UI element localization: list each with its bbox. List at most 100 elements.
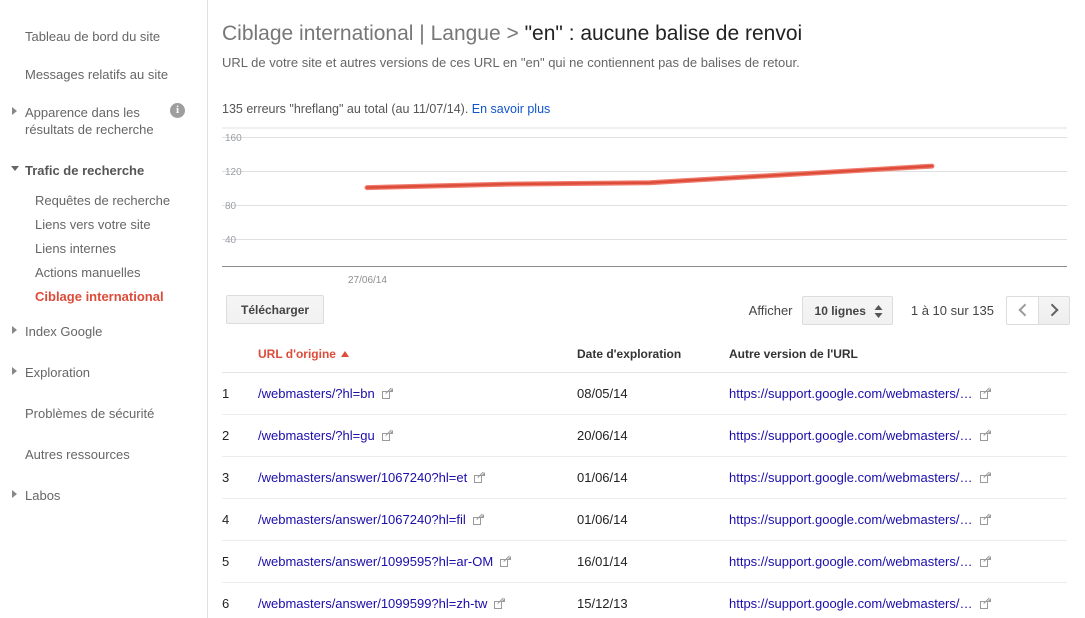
row-url-link[interactable]: /webmasters/?hl=gu — [258, 428, 375, 443]
show-rows-label: Afficher — [748, 302, 793, 318]
row-url-link[interactable]: /webmasters/answer/1067240?hl=fil — [258, 512, 466, 527]
sidebar-item-label: Ciblage international — [35, 289, 164, 304]
sidebar-item-label: Exploration — [25, 365, 91, 380]
row-date: 20/06/14 — [577, 414, 729, 457]
row-url-cell: /webmasters/answer/1067240?hl=et — [258, 456, 577, 499]
row-url-link[interactable]: /webmasters/answer/1067240?hl=et — [258, 470, 467, 485]
table-row: 4 /webmasters/answer/1067240?hl=fil 01/0… — [222, 498, 1067, 541]
sidebar-item-label: Apparence dans les résultats de recherch… — [25, 105, 154, 137]
sidebar-item-label: Actions manuelles — [35, 265, 141, 280]
row-url-cell: /webmasters/answer/1099599?hl=zh-tw — [258, 582, 577, 618]
sidebar-item-problemes-de-securite[interactable]: Problèmes de sécurité — [0, 399, 207, 428]
sidebar-item-index-google[interactable]: Index Google — [0, 317, 207, 346]
row-url-link[interactable]: /webmasters/answer/1099595?hl=ar-OM — [258, 554, 493, 569]
table-row: 5 /webmasters/answer/1099595?hl=ar-OM 16… — [222, 540, 1067, 583]
external-link-icon[interactable] — [979, 556, 991, 567]
next-page-button[interactable] — [1038, 295, 1070, 325]
table-header-row: URL d'origine Date d'exploration Autre v… — [222, 337, 1067, 373]
table-toolbar: Télécharger Afficher 10 lignes 1 à 10 su… — [222, 295, 1070, 331]
row-index: 2 — [222, 414, 258, 457]
sidebar-item-ciblage-international[interactable]: Ciblage international — [0, 285, 207, 309]
column-header-index — [222, 337, 258, 373]
download-button[interactable]: Télécharger — [226, 295, 325, 324]
external-link-icon[interactable] — [979, 514, 991, 525]
sidebar-item-labos[interactable]: Labos — [0, 481, 207, 510]
row-date: 01/06/14 — [577, 456, 729, 499]
sidebar-item-requetes-de-recherche[interactable]: Requêtes de recherche — [0, 189, 207, 213]
column-header-url-origine[interactable]: URL d'origine — [258, 337, 577, 373]
external-link-icon[interactable] — [979, 388, 991, 399]
errors-table: URL d'origine Date d'exploration Autre v… — [222, 337, 1067, 618]
row-alt-link[interactable]: https://support.google.com/webmasters/… — [729, 428, 973, 443]
row-alt-link[interactable]: https://support.google.com/webmasters/… — [729, 386, 973, 401]
table-row: 2 /webmasters/?hl=gu 20/06/14 https://su… — [222, 414, 1067, 457]
previous-page-button[interactable] — [1006, 295, 1038, 325]
column-header-autre-version[interactable]: Autre version de l'URL — [729, 337, 1067, 373]
column-header-date-exploration[interactable]: Date d'exploration — [577, 337, 729, 373]
chevron-updown-icon — [874, 304, 883, 318]
row-date: 01/06/14 — [577, 498, 729, 541]
sidebar-item-label: Autres ressources — [25, 447, 130, 462]
chevron-down-icon — [11, 166, 19, 175]
row-index: 1 — [222, 372, 258, 415]
sidebar-item-liens-internes[interactable]: Liens internes — [0, 237, 207, 261]
external-link-icon[interactable] — [979, 472, 991, 483]
sidebar-item-apparence[interactable]: Apparence dans les résultats de recherch… — [0, 98, 207, 144]
row-url-link[interactable]: /webmasters/answer/1099599?hl=zh-tw — [258, 596, 487, 611]
row-alt-link[interactable]: https://support.google.com/webmasters/… — [729, 512, 973, 527]
sidebar-item-actions-manuelles[interactable]: Actions manuelles — [0, 261, 207, 285]
chart-svg: 160 120 80 40 27/06/14 — [222, 127, 1067, 286]
sidebar-item-label: Liens vers votre site — [35, 217, 151, 232]
app-page: Tableau de bord du site Messages relatif… — [0, 0, 1085, 618]
rows-per-page-value: 10 lignes — [814, 303, 866, 318]
sidebar-item-exploration[interactable]: Exploration — [0, 358, 207, 387]
sidebar-item-liens-vers-votre-site[interactable]: Liens vers votre site — [0, 213, 207, 237]
learn-more-link[interactable]: En savoir plus — [472, 102, 551, 116]
sidebar-item-trafic-de-recherche[interactable]: Trafic de recherche — [0, 156, 207, 185]
row-index: 4 — [222, 498, 258, 541]
table-row: 6 /webmasters/answer/1099599?hl=zh-tw 15… — [222, 582, 1067, 618]
external-link-icon[interactable] — [381, 430, 393, 441]
error-summary-text: 135 erreurs "hreflang" au total (au 11/0… — [222, 102, 472, 116]
sidebar-item-label: Tableau de bord du site — [25, 29, 161, 44]
row-date: 16/01/14 — [577, 540, 729, 583]
row-alt-link[interactable]: https://support.google.com/webmasters/… — [729, 596, 973, 611]
errors-chart: 160 120 80 40 27/06/14 — [222, 127, 1067, 287]
sidebar-item-messages[interactable]: Messages relatifs au site — [0, 60, 207, 89]
external-link-icon[interactable] — [381, 388, 393, 399]
external-link-icon[interactable] — [979, 430, 991, 441]
page-title: Ciblage international | Langue > "en" : … — [222, 21, 1070, 47]
page-title-emphasis: "en" : aucune balise de renvoi — [524, 22, 803, 45]
sidebar-item-label: Requêtes de recherche — [35, 193, 171, 208]
sidebar-item-autres-ressources[interactable]: Autres ressources — [0, 440, 207, 469]
column-header-label: URL d'origine — [258, 347, 336, 361]
row-alt-cell: https://support.google.com/webmasters/… — [729, 498, 1067, 541]
row-url-link[interactable]: /webmasters/?hl=bn — [258, 386, 375, 401]
row-alt-cell: https://support.google.com/webmasters/… — [729, 414, 1067, 457]
chevron-right-icon — [12, 490, 17, 498]
pagination-controls: Afficher 10 lignes 1 à 10 sur 135 — [749, 295, 1070, 325]
external-link-icon[interactable] — [500, 556, 512, 567]
external-link-icon[interactable] — [979, 598, 991, 609]
row-date: 15/12/13 — [577, 582, 729, 618]
external-link-icon[interactable] — [472, 514, 484, 525]
rows-per-page-select[interactable]: 10 lignes — [801, 295, 893, 325]
chevron-right-icon — [12, 107, 17, 115]
sidebar-item-label: Labos — [25, 488, 61, 503]
sidebar-item-label: Liens internes — [35, 241, 116, 256]
row-alt-link[interactable]: https://support.google.com/webmasters/… — [729, 470, 973, 485]
external-link-icon[interactable] — [474, 472, 486, 483]
sidebar-item-tableau-de-bord[interactable]: Tableau de bord du site — [0, 22, 207, 51]
external-link-icon[interactable] — [494, 598, 506, 609]
sidebar-item-label: Trafic de recherche — [25, 163, 145, 178]
sidebar-item-label: Problèmes de sécurité — [25, 406, 155, 421]
ytick-label: 120 — [225, 167, 242, 178]
chevron-right-icon — [12, 367, 17, 375]
row-url-cell: /webmasters/answer/1067240?hl=fil — [258, 498, 577, 541]
info-icon[interactable]: i — [170, 103, 185, 118]
ytick-label: 40 — [225, 235, 237, 246]
row-alt-link[interactable]: https://support.google.com/webmasters/… — [729, 554, 973, 569]
